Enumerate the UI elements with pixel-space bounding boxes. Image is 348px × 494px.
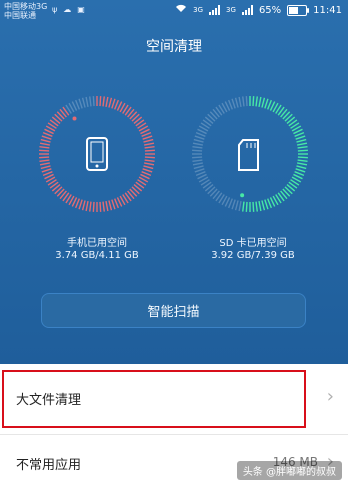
usage-marker-dot [72, 116, 77, 121]
phone-storage-label: 手机已用空间 [67, 238, 127, 249]
phone-storage-ring [39, 96, 155, 212]
unused-apps-label: 不常用应用 [16, 458, 82, 473]
page-title: 空间清理 [146, 39, 202, 55]
status-bar: 中国移动3G 中国联通 ψ ☁ ▣ 3G 3G 65% 11:41 [0, 0, 348, 24]
phone-storage-usage: 3.74 GB/4.11 GB [55, 250, 139, 261]
signal-icon-2 [241, 5, 253, 15]
watermark-text: 头条 @胖嘟嘟的叔叔 [236, 461, 342, 480]
status-right: 3G 3G 65% 11:41 [175, 4, 342, 16]
battery-percent: 65% [258, 4, 282, 16]
carrier-1: 中国移动3G [4, 2, 48, 11]
network-type-1: 3G [193, 6, 204, 14]
highlight-box [2, 370, 306, 428]
sd-storage-usage: 3.92 GB/7.39 GB [211, 250, 295, 261]
signal-icon-1 [209, 5, 221, 15]
storage-hero-panel: 中国移动3G 中国联通 ψ ☁ ▣ 3G 3G 65% 11:41 空间清理 手… [0, 0, 348, 364]
cloud-icon: ☁ [63, 5, 72, 14]
sd-card-icon [238, 139, 259, 171]
usage-marker-dot [240, 193, 245, 198]
sd-storage-label: SD 卡已用空间 [219, 238, 287, 249]
smart-scan-button[interactable]: 智能扫描 [41, 293, 306, 328]
wifi-icon [175, 4, 187, 16]
image-icon: ▣ [77, 5, 85, 14]
notification-icons: ψ ☁ ▣ [52, 5, 85, 14]
chevron-right-icon: › [326, 386, 334, 407]
usb-icon: ψ [52, 5, 58, 14]
sd-storage-ring [192, 96, 308, 212]
battery-icon [287, 4, 310, 16]
carrier-2: 中国联通 [4, 11, 36, 20]
carrier-info: 中国移动3G 中国联通 [4, 2, 47, 20]
list-divider [0, 434, 348, 435]
network-type-2: 3G [226, 6, 236, 14]
phone-icon [86, 137, 108, 171]
clock: 11:41 [313, 4, 342, 16]
